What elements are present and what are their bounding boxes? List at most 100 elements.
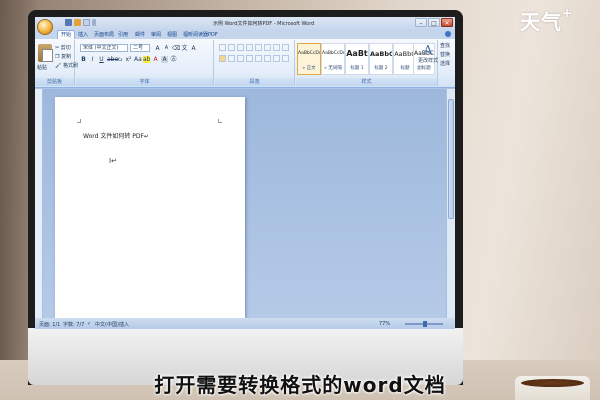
char-shading-icon[interactable]: A xyxy=(161,55,168,63)
change-case-icon[interactable]: Aa xyxy=(134,56,142,63)
numbering-icon[interactable] xyxy=(228,44,235,51)
bold-icon[interactable]: B xyxy=(80,56,87,63)
change-styles-label: 更改样式 xyxy=(418,58,439,64)
paragraph-row-1 xyxy=(219,44,289,51)
align-right-icon[interactable] xyxy=(237,55,244,62)
phonetic-icon[interactable]: 文 xyxy=(181,45,188,52)
shrink-font-icon[interactable]: A xyxy=(163,45,170,52)
grow-font-icon[interactable]: A xyxy=(154,45,161,52)
style-name: 标题 1 xyxy=(350,66,364,71)
strikethrough-icon[interactable]: abc xyxy=(107,56,118,63)
copy-button[interactable]: ❐ 复制 xyxy=(55,53,71,60)
select-button[interactable]: 选择 xyxy=(440,60,450,69)
watermark-text: 天气 xyxy=(520,10,562,34)
shading-icon[interactable] xyxy=(273,55,280,62)
font-name-dropdown[interactable]: 宋体 (中文正文) xyxy=(80,44,128,52)
redo-icon[interactable] xyxy=(83,19,90,26)
clear-format-icon[interactable]: ⌫ xyxy=(172,45,180,52)
style-sample: AaBbCcDd xyxy=(322,51,344,56)
style-sample: AaBt xyxy=(346,49,368,58)
customize-qat-icon[interactable] xyxy=(92,19,96,26)
font-group-label: 字体 xyxy=(76,78,213,86)
highlight-icon[interactable]: ab xyxy=(143,55,151,63)
zoom-slider-knob[interactable] xyxy=(423,321,427,327)
vertical-scrollbar[interactable] xyxy=(446,89,455,318)
change-styles-button[interactable]: A 更改样式 xyxy=(418,43,438,64)
multilevel-list-icon[interactable] xyxy=(237,44,244,51)
language-indicator[interactable]: 中文(中国) xyxy=(95,321,119,328)
document-page[interactable]: Word 文件如何转 PDF↵ I↵ xyxy=(55,97,245,318)
tab-foxit-pdf[interactable]: 福昕阅读器PDF xyxy=(180,31,221,39)
italic-icon[interactable]: I xyxy=(89,56,96,63)
tab-view[interactable]: 视图 xyxy=(164,31,180,39)
tab-review[interactable]: 审阅 xyxy=(148,31,164,39)
tab-mailings[interactable]: 邮件 xyxy=(132,31,148,39)
style-normal[interactable]: AaBbCcDd » 正文 xyxy=(297,43,321,75)
maximize-button[interactable]: □ xyxy=(428,18,440,27)
crop-mark-tl xyxy=(77,119,81,123)
line-spacing-icon[interactable] xyxy=(264,55,271,62)
help-icon[interactable] xyxy=(445,31,451,37)
chinese-layout-icon[interactable] xyxy=(264,44,271,51)
style-no-spacing[interactable]: AaBbCcDd » 无间隔 xyxy=(321,43,345,75)
editing-group: 查找 替换 选择 xyxy=(440,42,450,69)
change-styles-icon: A xyxy=(423,43,433,57)
style-heading-2[interactable]: AaBbC 标题 2 xyxy=(369,43,393,75)
paste-icon[interactable] xyxy=(38,44,53,62)
proofing-icon[interactable]: ✓ xyxy=(87,321,91,327)
find-button[interactable]: 查找 xyxy=(440,42,450,51)
tab-insert[interactable]: 插入 xyxy=(75,31,91,39)
crop-mark-tr xyxy=(218,119,222,123)
superscript-icon[interactable]: x² xyxy=(125,56,132,63)
office-button[interactable] xyxy=(37,19,53,35)
bullets-icon[interactable] xyxy=(219,44,226,51)
justify-icon[interactable] xyxy=(246,55,253,62)
char-border-icon[interactable]: A xyxy=(190,45,197,52)
copy-label: 复制 xyxy=(61,54,72,60)
enclose-char-icon[interactable]: ㊄ xyxy=(170,56,177,63)
increase-indent-icon[interactable] xyxy=(255,44,262,51)
close-button[interactable]: ✕ xyxy=(441,18,453,27)
font-size-tools: A A ⌫ 文 A xyxy=(154,44,197,52)
sort-icon[interactable] xyxy=(273,44,280,51)
paste-button-label[interactable]: 粘贴 xyxy=(37,64,47,71)
borders-icon[interactable] xyxy=(282,55,289,62)
font-color-icon[interactable]: A xyxy=(152,56,159,63)
tab-home[interactable]: 开始 xyxy=(57,30,76,39)
format-painter-button[interactable]: 🖌 格式刷 xyxy=(55,62,78,69)
document-text-line[interactable]: Word 文件如何转 PDF↵ xyxy=(83,131,149,140)
style-name: 副标题 xyxy=(417,66,431,71)
word-count[interactable]: 字数: 7/7 xyxy=(63,321,84,328)
font-size-dropdown[interactable]: 二号 xyxy=(130,44,150,52)
ribbon: 粘贴 ✂ 剪切 ❐ 复制 🖌 格式刷 剪贴板 宋体 (中文正文) 二号 A A … xyxy=(35,39,455,88)
clipboard-group: 粘贴 ✂ 剪切 ❐ 复制 🖌 格式刷 剪贴板 xyxy=(35,40,78,86)
font-group: 宋体 (中文正文) 二号 A A ⌫ 文 A B I U abc x₂ x² A… xyxy=(76,40,214,86)
page-count[interactable]: 页面: 1/1 xyxy=(39,321,60,328)
zoom-slider[interactable] xyxy=(405,321,443,327)
tab-references[interactable]: 引用 xyxy=(115,31,131,39)
style-name: 标题 2 xyxy=(374,66,388,71)
undo-icon[interactable] xyxy=(74,19,81,26)
insert-mode[interactable]: 插入 xyxy=(119,321,129,328)
distribute-icon[interactable] xyxy=(255,55,262,62)
align-center-icon[interactable] xyxy=(228,55,235,62)
scrollbar-thumb[interactable] xyxy=(448,99,454,219)
save-icon[interactable] xyxy=(65,19,72,26)
cut-button[interactable]: ✂ 剪切 xyxy=(55,44,71,51)
text-cursor: I↵ xyxy=(109,157,117,165)
decrease-indent-icon[interactable] xyxy=(246,44,253,51)
style-sample: AaBbCcDd xyxy=(298,51,320,56)
underline-icon[interactable]: U xyxy=(98,56,105,63)
paragraph-group-label: 段落 xyxy=(215,78,294,86)
style-heading-1[interactable]: AaBt 标题 1 xyxy=(345,43,369,75)
watermark-plus: + xyxy=(562,6,574,20)
zoom-level[interactable]: 77% xyxy=(379,321,390,327)
show-marks-icon[interactable] xyxy=(282,44,289,51)
window-title: 示例 Word文件如何转PDF - Microsoft Word xyxy=(213,21,315,27)
styles-group-label: 样式 xyxy=(296,78,437,86)
replace-button[interactable]: 替换 xyxy=(440,51,450,60)
subscript-icon[interactable]: x₂ xyxy=(116,56,123,63)
minimize-button[interactable]: – xyxy=(415,18,427,27)
align-left-icon[interactable] xyxy=(219,55,226,62)
tab-page-layout[interactable]: 页面布局 xyxy=(91,31,117,39)
